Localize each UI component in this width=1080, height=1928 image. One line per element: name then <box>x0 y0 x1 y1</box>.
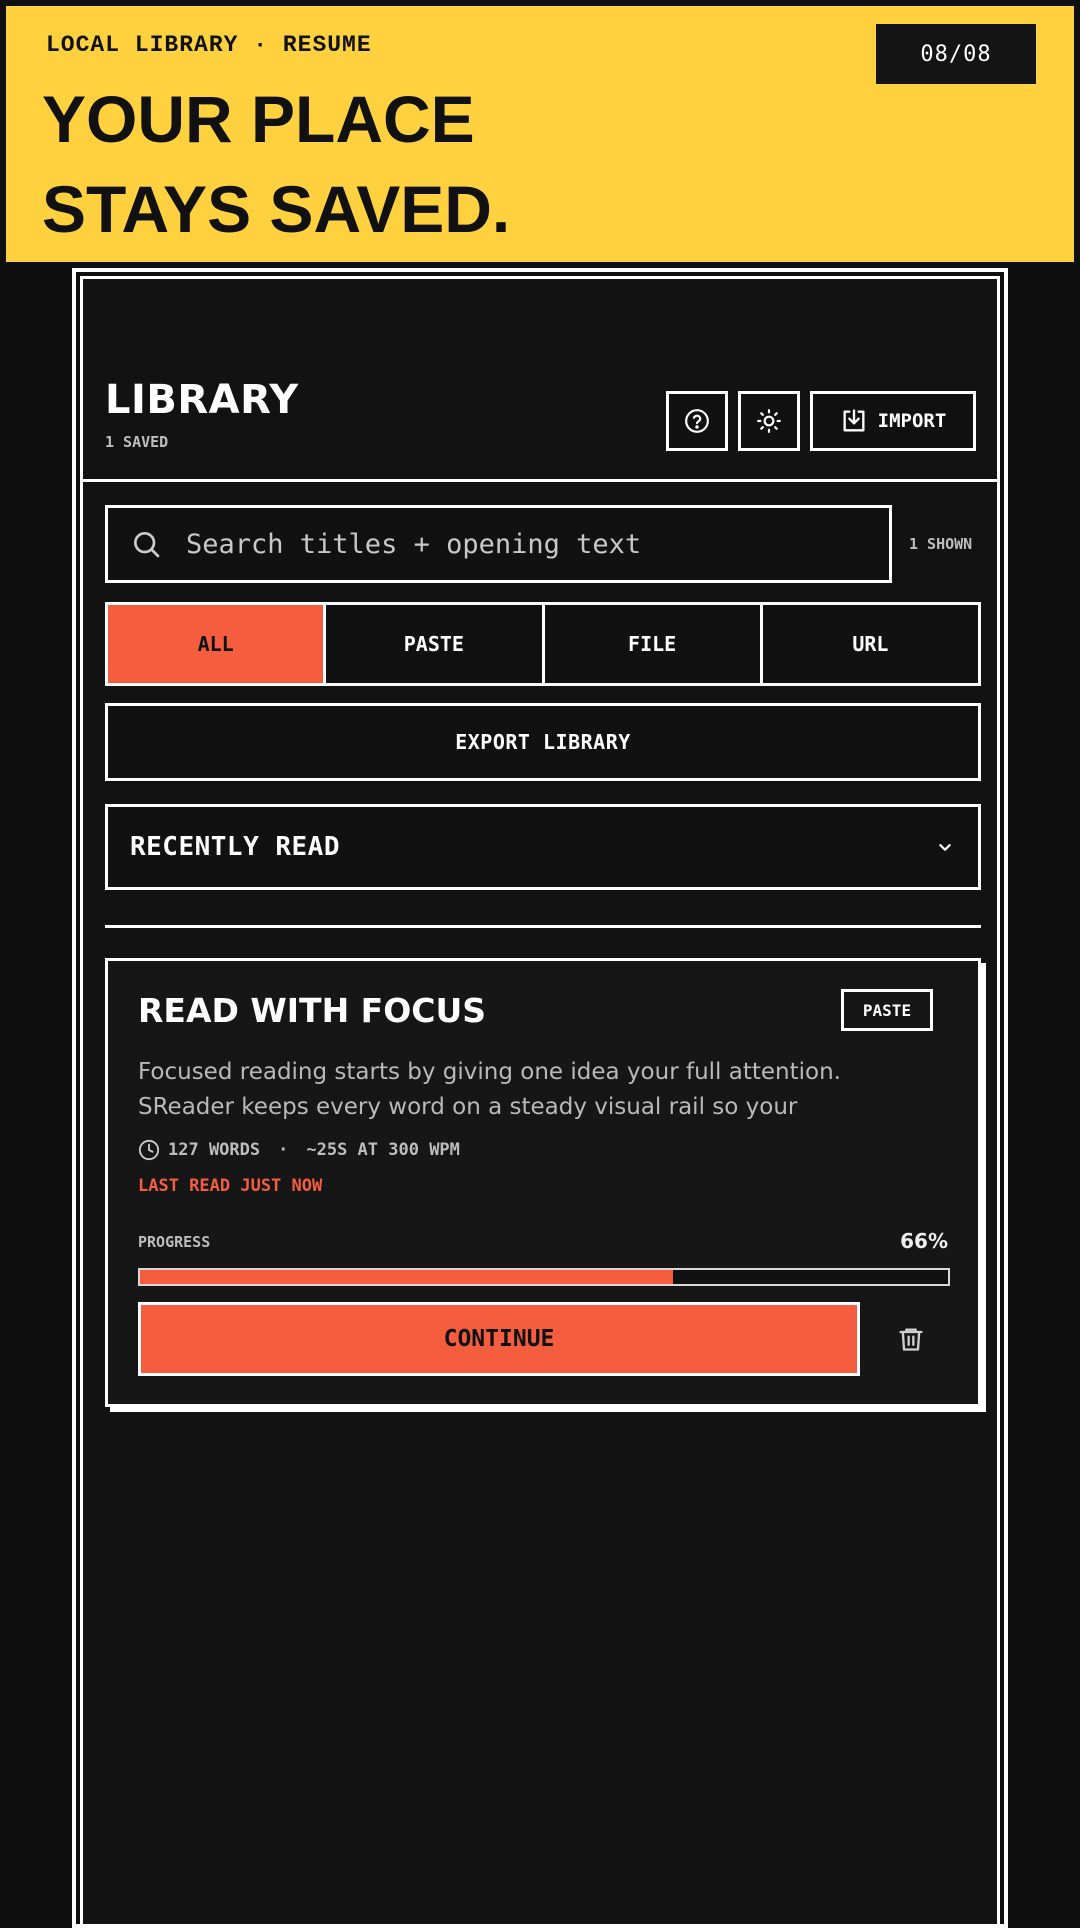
chevron-down-icon <box>939 844 951 851</box>
search-input[interactable] <box>184 527 889 561</box>
library-item-card: READ WITH FOCUS PASTE Focused reading st… <box>105 958 981 1407</box>
filter-all[interactable]: ALL <box>108 605 324 683</box>
trash-icon <box>899 1328 923 1351</box>
progress-label: PROGRESS <box>138 1233 211 1251</box>
theme-toggle-button[interactable] <box>738 391 800 451</box>
phone-frame: LIBRARY 1 SAVED IMPORT Search titles + o… <box>72 268 1008 1928</box>
filter-file[interactable]: FILE <box>541 605 760 683</box>
import-label: IMPORT <box>877 410 947 432</box>
saved-count: 1 SAVED <box>105 433 169 451</box>
download-icon <box>843 409 865 432</box>
progress-percent: 66% <box>900 1229 948 1253</box>
page-title: LIBRARY <box>105 377 299 423</box>
filter-paste[interactable]: PASTE <box>323 605 542 683</box>
search-icon <box>134 532 160 558</box>
slide-counter: 08/08 <box>876 24 1036 84</box>
delete-button[interactable] <box>894 1321 928 1357</box>
app-screen: LIBRARY 1 SAVED IMPORT Search titles + o… <box>80 276 1000 1924</box>
help-button[interactable] <box>666 391 728 451</box>
sort-select[interactable]: RECENTLY READ <box>105 804 981 890</box>
last-read-status: LAST READ JUST NOW <box>138 1176 323 1196</box>
item-title: READ WITH FOCUS <box>138 991 487 1030</box>
help-circle-icon <box>685 409 709 433</box>
sort-selected-value: RECENTLY READ <box>130 832 340 862</box>
section-divider <box>105 925 981 928</box>
source-badge: PASTE <box>841 989 933 1031</box>
source-filter-tabs: ALL PASTE FILE URL <box>105 602 981 686</box>
library-header: LIBRARY 1 SAVED IMPORT <box>83 279 997 482</box>
sun-icon <box>757 409 781 433</box>
filter-url[interactable]: URL <box>759 605 978 683</box>
progress-bar-fill <box>140 1270 674 1284</box>
export-library-button[interactable]: EXPORT LIBRARY <box>105 703 981 781</box>
item-meta: 127 WORDS · ~25S AT 300 WPM <box>138 1139 460 1161</box>
promo-banner: LOCAL LIBRARY · RESUME YOUR PLACE STAYS … <box>6 6 1074 262</box>
item-excerpt: Focused reading starts by giving one ide… <box>138 1059 841 1120</box>
banner-headline: YOUR PLACE STAYS SAVED. <box>42 74 510 254</box>
progress-bar <box>138 1268 950 1286</box>
banner-headline-line-1: YOUR PLACE <box>42 82 475 156</box>
read-duration: ~25S AT 300 WPM <box>306 1140 460 1160</box>
banner-headline-line-2: STAYS SAVED. <box>42 172 511 246</box>
results-count: 1 SHOWN <box>909 535 973 553</box>
meta-separator: · <box>278 1140 289 1160</box>
search-box[interactable] <box>105 505 892 583</box>
continue-button[interactable]: CONTINUE <box>138 1302 860 1376</box>
import-button[interactable]: IMPORT <box>810 391 976 451</box>
banner-eyebrow: LOCAL LIBRARY · RESUME <box>46 32 372 58</box>
word-count: 127 WORDS <box>168 1140 261 1160</box>
clock-icon <box>138 1139 160 1161</box>
